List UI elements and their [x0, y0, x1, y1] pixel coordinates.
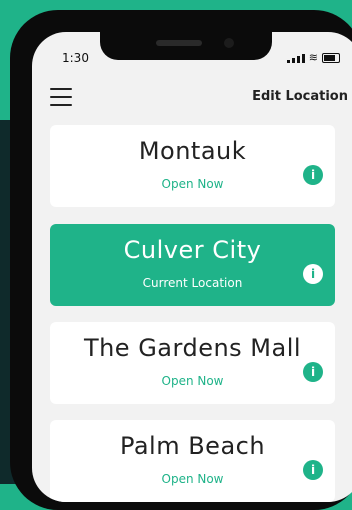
location-status: Open Now [161, 374, 224, 388]
app-header: Edit Location [32, 80, 352, 120]
signal-icon [286, 53, 305, 63]
phone-notch [100, 32, 272, 60]
battery-icon [322, 52, 340, 63]
phone-frame: 1:30 ≋ Edit Location Montauk Open Now i … [10, 10, 352, 510]
info-icon[interactable]: i [303, 460, 323, 480]
status-icons: ≋ [286, 51, 340, 64]
location-name: Palm Beach [119, 432, 266, 460]
edit-location-button[interactable]: Edit Location [252, 89, 348, 104]
location-card-the-gardens-mall[interactable]: The Gardens Mall Open Now i [50, 322, 335, 404]
location-name: The Gardens Mall [83, 334, 302, 362]
location-name: Culver City [123, 236, 262, 264]
info-icon[interactable]: i [303, 362, 323, 382]
phone-screen: 1:30 ≋ Edit Location Montauk Open Now i … [32, 32, 352, 502]
location-name: Montauk [138, 137, 247, 165]
location-card-montauk[interactable]: Montauk Open Now i [50, 125, 335, 207]
hamburger-menu-icon[interactable] [50, 88, 72, 106]
info-icon[interactable]: i [303, 264, 323, 284]
front-camera [224, 38, 234, 48]
location-status: Current Location [142, 276, 243, 290]
wifi-icon: ≋ [308, 51, 318, 64]
speaker-grille [156, 40, 202, 46]
info-icon[interactable]: i [303, 165, 323, 185]
status-time: 1:30 [62, 51, 89, 65]
location-card-palm-beach[interactable]: Palm Beach Open Now i [50, 420, 335, 502]
location-status: Open Now [161, 177, 224, 191]
location-card-culver-city[interactable]: Culver City Current Location i [50, 224, 335, 306]
